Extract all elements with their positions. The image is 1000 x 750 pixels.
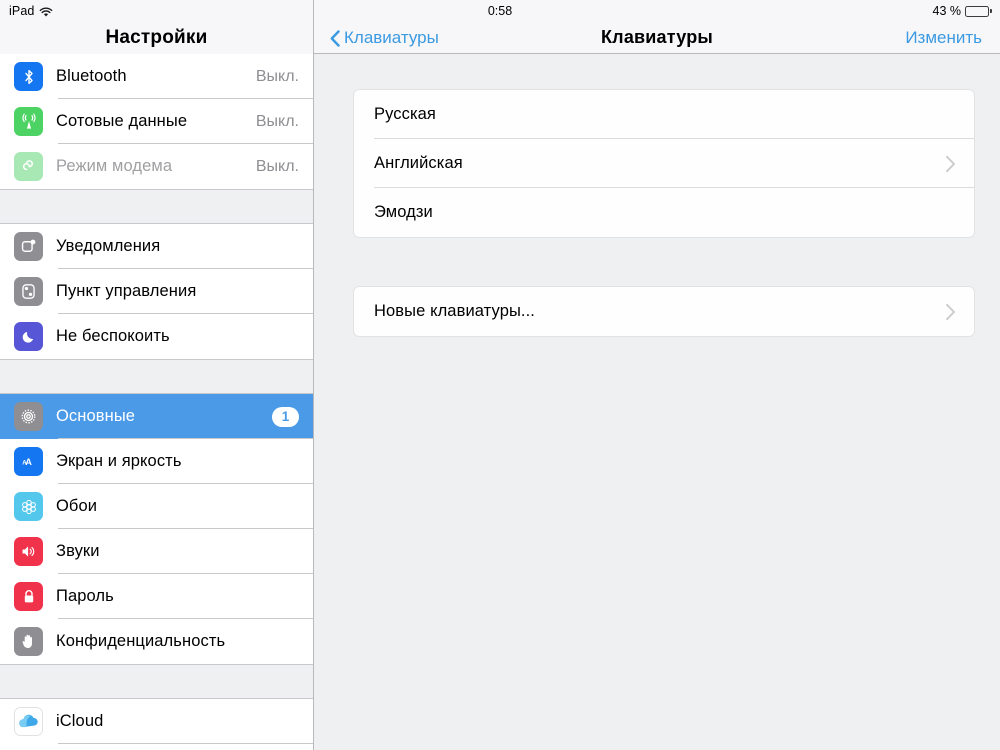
status-badge: 1 [272,406,299,427]
sidebar-item-основные[interactable]: Основные 1 [0,394,313,439]
detail-panel: Клавиатуры Клавиатуры Изменить Русская Ан… [314,0,1000,750]
sidebar-group: Bluetooth Выкл. Сотовые данные Выкл. Режим … [0,54,313,189]
chevron-right-icon [945,155,956,173]
sidebar-item-value: Выкл. [255,157,299,175]
wallpaper-icon [14,492,43,521]
ipad-settings-screen: Настройки Bluetooth Выкл. Сотовые данные В… [0,0,1000,750]
sidebar-item-не-беспокоить[interactable]: Не беспокоить [0,314,313,359]
sidebar-item-пункт-управления[interactable]: Пункт управления [0,269,313,314]
sidebar-item-звуки[interactable]: Звуки [0,529,313,574]
sidebar-item-label: iCloud [56,712,104,730]
sounds-icon [14,537,43,566]
back-button[interactable]: Клавиатуры [330,22,439,54]
privacy-hand-icon [14,627,43,656]
gear-icon [14,402,43,431]
status-bar-right: 43 % [932,4,992,18]
sidebar-group: iCloud iTunes Store, App Store [0,699,313,750]
battery-icon [965,5,992,17]
list-item-label: Русская [374,105,436,123]
battery-percent-label: 43 % [932,4,962,18]
list-item[interactable]: Русская [354,90,974,139]
icloud-icon [14,707,43,736]
sidebar-item-label: Bluetooth [56,67,127,85]
sidebar-item-bluetooth[interactable]: Bluetooth Выкл. [0,54,313,99]
status-bar: iPad 0:58 43 % [0,0,1000,22]
list-item[interactable]: Новые клавиатуры... [354,287,974,336]
sidebar-item-value: Выкл. [255,112,299,130]
sidebar-item-пароль[interactable]: Пароль [0,574,313,619]
cellular-icon [14,107,43,136]
sidebar-item-экран-и-яркость[interactable]: A A Экран и яркость [0,439,313,484]
sidebar-item-icloud[interactable]: iCloud [0,699,313,744]
personal-hotspot-icon [14,152,43,181]
settings-sidebar: Настройки Bluetooth Выкл. Сотовые данные В… [0,0,314,750]
list-item[interactable]: Английская [354,139,974,188]
control-center-icon [14,277,43,306]
sidebar-item-уведомления[interactable]: Уведомления [0,224,313,269]
sidebar-group-separator [0,359,313,394]
chevron-right-icon [945,303,956,321]
edit-button[interactable]: Изменить [905,22,982,54]
sidebar-item-сотовые-данные[interactable]: Сотовые данные Выкл. [0,99,313,144]
bluetooth-icon [14,62,43,91]
chevron-left-icon [330,29,340,47]
back-button-label: Клавиатуры [344,28,439,47]
notifications-icon [14,232,43,261]
svg-text:A: A [22,459,27,466]
sidebar-group-separator [0,664,313,699]
sidebar-item-label: Основные [56,407,136,425]
lock-icon [14,582,43,611]
list-item-label: Эмодзи [374,203,433,221]
keyboards-section: Новые клавиатуры... [354,287,974,336]
sidebar-group-separator [0,189,313,224]
sidebar-item-value: Выкл. [255,67,299,85]
sidebar-group: Основные 1 A A Экран и яркость Обои Звуки Па… [0,394,313,664]
keyboards-section: Русская Английская Эмодзи [354,90,974,237]
list-item[interactable]: Эмодзи [354,188,974,237]
sidebar-scroll-area[interactable]: Bluetooth Выкл. Сотовые данные Выкл. Режим … [0,54,313,750]
sidebar-item-конфиденциальность[interactable]: Конфиденциальность [0,619,313,664]
sidebar-item-label: Режим модема [56,157,173,175]
sidebar-item-label: Пункт управления [56,282,197,300]
keyboards-list: Русская Английская Эмодзи Новые клавиатуры.… [314,54,1000,336]
sidebar-item-label: Конфиденциальность [56,632,226,650]
sidebar-item-itunes-store-app-store[interactable]: iTunes Store, App Store [0,744,313,750]
list-item-label: Новые клавиатуры... [374,302,535,320]
page-title: Настройки [105,27,208,48]
sidebar-item-label: Экран и яркость [56,452,182,470]
sidebar-item-label: Обои [56,497,98,515]
status-bar-clock: 0:58 [487,4,513,18]
sidebar-item-label: Пароль [56,587,114,605]
sidebar-item-обои[interactable]: Обои [0,484,313,529]
sidebar-item-label: Не беспокоить [56,327,170,345]
sidebar-item-режим-модема: Режим модема Выкл. [0,144,313,189]
sidebar-group: Уведомления Пункт управления Не беспокоит… [0,224,313,359]
sidebar-item-label: Сотовые данные [56,112,188,130]
do-not-disturb-icon [14,322,43,351]
sidebar-item-label: Звуки [56,542,100,560]
sidebar-item-label: Уведомления [56,237,161,255]
list-item-label: Английская [374,154,463,172]
display-brightness-icon: AA [14,447,43,476]
